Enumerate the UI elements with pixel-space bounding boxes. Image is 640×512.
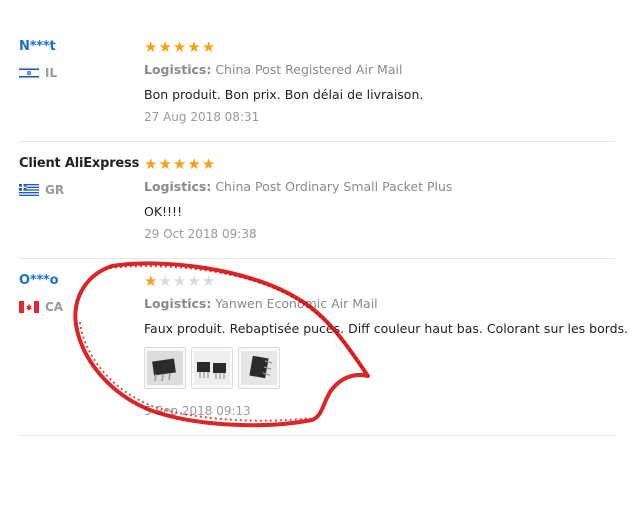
star-icon: ★ [144,155,158,173]
review-text: Faux produit. Rebaptisée puces. Diff cou… [144,321,629,336]
logistics-value: Yanwen Economic Air Mail [215,296,378,311]
country-code: GR [45,183,65,197]
canada-flag-icon [19,301,39,313]
star-icon: ★ [201,272,216,290]
logistics-line: Logistics: China Post Ordinary Small Pac… [144,179,452,194]
greece-flag-icon [19,184,39,196]
star-icon: ★ [172,272,187,290]
chip-photo-icon [147,351,183,385]
star-rating: ★ ★ ★ ★ ★ [144,39,215,55]
star-icon: ★ [172,155,187,173]
review-item: Client AliExpress GR ★ ★ ★ ★ ★ Logistics… [19,142,615,259]
logistics-label: Logistics: [144,62,212,77]
reviewer-name: Client AliExpress [19,156,140,171]
star-icon: ★ [144,272,158,290]
star-icon: ★ [201,155,216,173]
star-icon: ★ [187,38,201,56]
reviewer-country: IL [19,66,57,80]
reviewer-name[interactable]: O***o [19,273,59,288]
star-icon: ★ [158,272,172,290]
chip-photo-icon [241,351,277,385]
review-photo-thumbnail[interactable] [191,347,233,389]
star-icon: ★ [201,38,216,56]
star-icon: ★ [144,38,158,56]
review-photo-thumbnail[interactable] [238,347,280,389]
reviewer-name[interactable]: N***t [19,39,56,54]
star-icon: ★ [158,155,172,173]
logistics-value: China Post Registered Air Mail [215,62,403,77]
review-photo-thumbnail[interactable] [144,347,186,389]
review-text: Bon produit. Bon prix. Bon délai de livr… [144,87,424,102]
review-item: N***t IL ★ ★ ★ ★ ★ Logistics: China Post… [19,0,615,142]
star-icon: ★ [187,272,201,290]
star-icon: ★ [158,38,172,56]
israel-flag-icon [19,67,39,79]
star-icon: ★ [172,38,187,56]
logistics-label: Logistics: [144,179,212,194]
star-rating: ★ ★ ★ ★ ★ [144,156,215,172]
country-code: CA [45,300,64,314]
logistics-label: Logistics: [144,296,212,311]
review-text: OK!!!! [144,204,183,219]
star-rating: ★ ★ ★ ★ ★ [144,273,215,289]
star-icon: ★ [187,155,201,173]
chip-photo-icon [194,351,230,385]
review-date: 5 Sep 2018 09:13 [144,404,251,418]
review-date: 27 Aug 2018 08:31 [144,110,260,124]
reviewer-country: GR [19,183,64,197]
logistics-value: China Post Ordinary Small Packet Plus [215,179,453,194]
review-item: O***o CA ★ ★ ★ ★ ★ Logistics: Yanwen Eco… [19,259,628,436]
country-code: IL [45,66,58,80]
logistics-line: Logistics: Yanwen Economic Air Mail [144,296,378,311]
review-date: 29 Oct 2018 09:38 [144,227,257,241]
logistics-line: Logistics: China Post Registered Air Mai… [144,62,402,77]
review-photos [144,347,280,389]
reviewer-country: CA [19,300,63,314]
